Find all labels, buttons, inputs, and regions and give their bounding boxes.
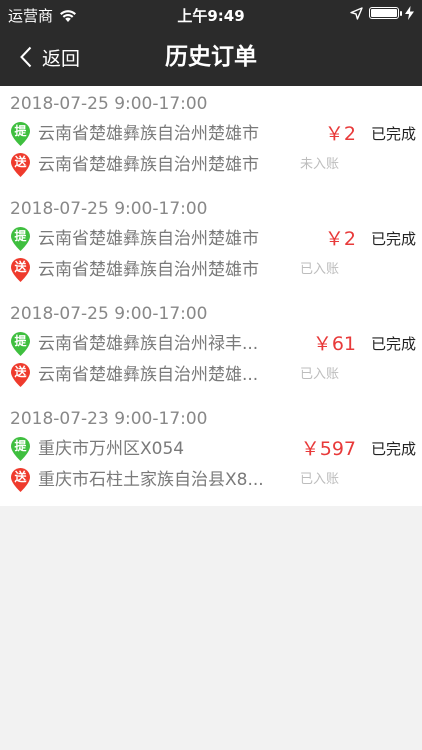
order-card[interactable]: 2018-07-25 9:00-17:00 提 云南省楚雄彝族自治州楚雄市 ￥2… [0,191,422,296]
account-status: 未入账 [300,157,340,172]
order-date: 2018-07-25 9:00-17:00 [10,199,208,219]
delivery-address: 云南省楚雄彝族自治州楚雄市 [38,155,259,175]
delivery-row: 送 云南省楚雄彝族自治州楚雄... 已入账 [0,361,422,389]
order-price: ￥2 [324,123,356,145]
order-price: ￥2 [324,228,356,250]
order-date: 2018-07-23 9:00-17:00 [10,409,208,429]
battery-icon [369,7,402,19]
order-status: 已完成 [370,125,416,143]
account-status: 已入账 [300,472,340,487]
order-price: ￥61 [312,333,356,355]
pickup-address: 云南省楚雄彝族自治州楚雄市 [38,229,259,249]
delivery-row: 送 云南省楚雄彝族自治州楚雄市 未入账 [0,151,422,179]
location-arrow-icon [350,6,363,20]
app-header: 运营商 上午9:49 返回 历史订单 [0,0,422,86]
delivery-pin-icon: 送 [10,467,31,493]
account-status: 已入账 [300,367,340,382]
order-status: 已完成 [370,335,416,353]
pickup-pin-icon: 提 [10,331,31,357]
pickup-address: 云南省楚雄彝族自治州禄丰... [38,334,259,354]
order-status: 已完成 [370,230,416,248]
order-list: 2018-07-25 9:00-17:00 提 云南省楚雄彝族自治州楚雄市 ￥2… [0,86,422,506]
pickup-row: 提 云南省楚雄彝族自治州楚雄市 ￥2 已完成 [0,225,422,253]
order-card[interactable]: 2018-07-25 9:00-17:00 提 云南省楚雄彝族自治州禄丰... … [0,296,422,401]
status-indicators [350,6,414,20]
pickup-pin-icon: 提 [10,436,31,462]
delivery-tag: 送 [14,365,27,379]
pickup-tag: 提 [14,334,27,348]
delivery-row: 送 云南省楚雄彝族自治州楚雄市 已入账 [0,256,422,284]
delivery-tag: 送 [14,155,27,169]
chevron-left-icon [20,46,32,68]
nav-bar: 返回 历史订单 [0,28,422,86]
pickup-pin-icon: 提 [10,121,31,147]
delivery-address: 云南省楚雄彝族自治州楚雄市 [38,260,259,280]
pickup-address: 重庆市万州区X054 [38,439,185,459]
pickup-tag: 提 [14,124,27,138]
delivery-tag: 送 [14,260,27,274]
battery-level [371,9,397,17]
pickup-tag: 提 [14,229,27,243]
pickup-pin-icon: 提 [10,226,31,252]
order-card[interactable]: 2018-07-23 9:00-17:00 提 重庆市万州区X054 ￥597 … [0,401,422,506]
delivery-address: 云南省楚雄彝族自治州楚雄... [38,365,259,385]
order-card[interactable]: 2018-07-25 9:00-17:00 提 云南省楚雄彝族自治州楚雄市 ￥2… [0,86,422,191]
order-date: 2018-07-25 9:00-17:00 [10,304,208,324]
delivery-pin-icon: 送 [10,257,31,283]
back-button[interactable]: 返回 [20,41,80,73]
status-bar: 运营商 上午9:49 [0,0,422,28]
account-status: 已入账 [300,262,340,277]
pickup-row: 提 云南省楚雄彝族自治州楚雄市 ￥2 已完成 [0,120,422,148]
charging-bolt-icon [405,6,414,20]
pickup-tag: 提 [14,439,27,453]
delivery-address: 重庆市石柱土家族自治县X8... [38,470,264,490]
order-date: 2018-07-25 9:00-17:00 [10,94,208,114]
order-price: ￥597 [300,438,356,460]
delivery-pin-icon: 送 [10,152,31,178]
delivery-row: 送 重庆市石柱土家族自治县X8... 已入账 [0,466,422,494]
pickup-address: 云南省楚雄彝族自治州楚雄市 [38,124,259,144]
pickup-row: 提 重庆市万州区X054 ￥597 已完成 [0,435,422,463]
delivery-tag: 送 [14,470,27,484]
order-status: 已完成 [370,440,416,458]
back-label: 返回 [42,47,81,70]
delivery-pin-icon: 送 [10,362,31,388]
pickup-row: 提 云南省楚雄彝族自治州禄丰... ￥61 已完成 [0,330,422,358]
